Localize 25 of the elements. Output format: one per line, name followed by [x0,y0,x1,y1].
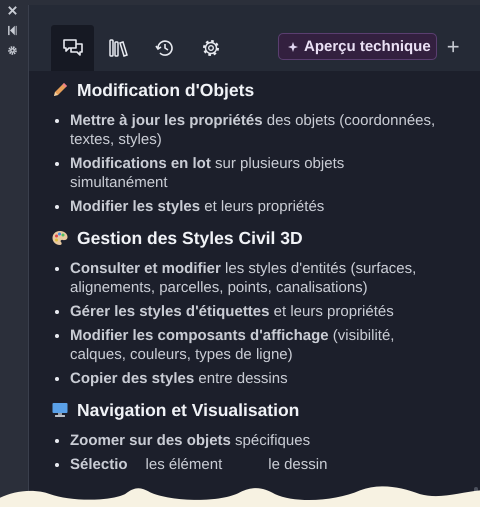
list-item: Modifier les styles et leurs propriétés [70,197,324,216]
collapse-icon[interactable] [6,25,18,36]
list-item: Consulter et modifier les styles d'entités (surfaces, alignements, parcelles, points, canalisations) [70,259,418,297]
close-icon[interactable] [6,5,18,16]
section-heading: Navigation et Visualisation [77,400,300,420]
pencil-icon [51,81,69,99]
section-heading: Gestion des Styles Civil 3D [77,228,303,248]
list-item: Mettre à jour les propriétés des objets (coordonnées, textes, styles) [70,111,436,149]
list-item: Zoomer sur des objets spécifiques [70,431,310,450]
tab[interactable] [51,25,94,71]
books-icon [108,37,130,59]
palette-icon [51,229,69,247]
preview-button[interactable]: Aperçu technique [278,33,437,60]
list-item: Copier des styles entre dessins [70,369,288,388]
settings-icon[interactable] [6,45,18,56]
add-button[interactable]: + [442,33,464,60]
list-item-fragment: Sélectio [70,455,128,474]
sparkle-icon [287,40,299,52]
list-item: Gérer les styles d'étiquettes et leurs propriétés [70,302,394,321]
section-heading: Modification d'Objets [77,80,254,100]
monitor-icon [51,401,69,419]
list-item: Modifier les composants d'affichage (visibilité, calques, couleurs, types de ligne) [70,326,396,364]
list-item: Modifications en lot sur plusieurs objets simultanément [70,154,346,192]
list-item-fragment: le dessin [268,455,328,474]
list-item-fragment: les élément [146,455,222,474]
